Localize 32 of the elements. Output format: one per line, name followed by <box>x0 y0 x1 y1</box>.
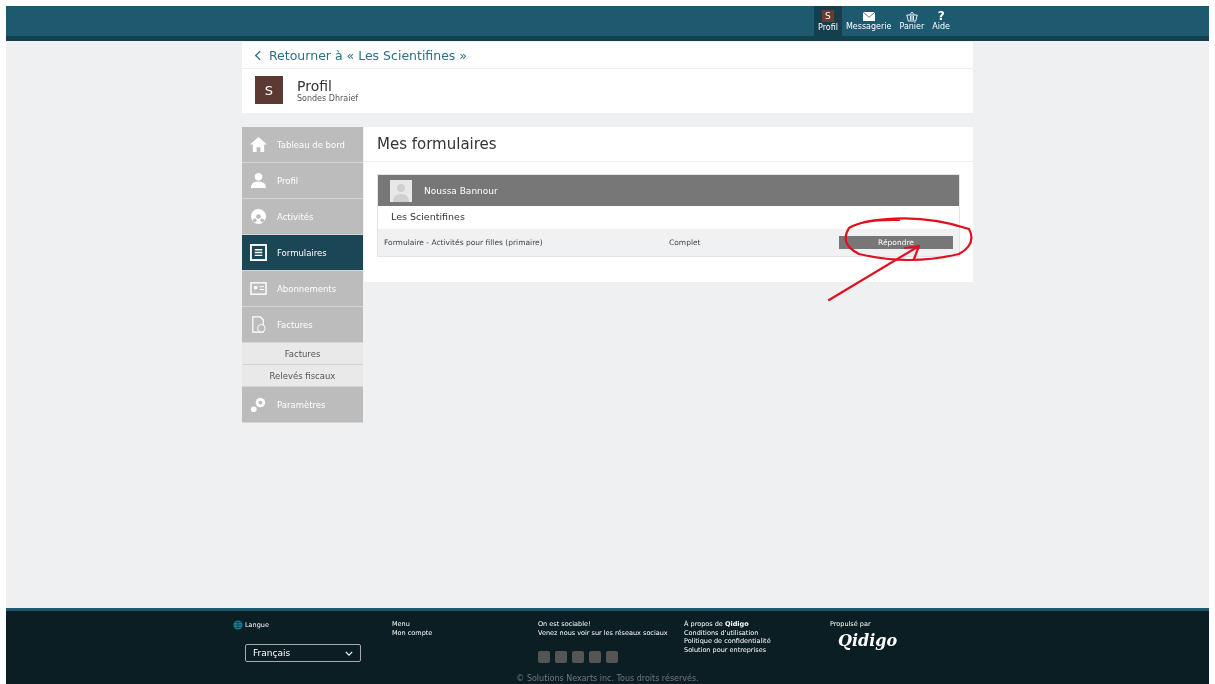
copyright-text: © Solutions Nexarts inc. Tous droits réservés. <box>515 674 700 684</box>
basket-icon <box>905 11 918 22</box>
topbar-item[interactable]: Panier <box>895 6 929 36</box>
person-icon <box>250 172 267 189</box>
back-link[interactable]: Retourner à « Les Scientifines » <box>269 47 467 63</box>
envelope-icon <box>862 11 875 22</box>
document-icon <box>250 244 267 261</box>
logo: Qidigo <box>838 631 899 650</box>
language-select[interactable]: Français <box>245 644 361 662</box>
sidebar-subitem[interactable]: Factures <box>242 343 363 365</box>
user-name: Sondes Dhraief <box>297 93 359 103</box>
back-chevron-icon <box>254 49 261 61</box>
gears-icon <box>250 396 267 413</box>
ball-icon <box>250 208 267 225</box>
topbar-item[interactable]: S Profil <box>813 6 842 36</box>
avatar-placeholder-icon <box>390 179 412 202</box>
page-title: Profil <box>297 77 333 94</box>
person-name: Noussa Bannour <box>424 185 498 196</box>
avatar-icon: S <box>255 76 283 104</box>
caret-icon <box>345 650 353 656</box>
topbar-item[interactable]: Messagerie <box>841 6 896 36</box>
section-title: Mes formulaires <box>364 127 973 162</box>
topbar-item[interactable]: ? Aide <box>928 6 954 36</box>
globe-icon <box>233 620 243 630</box>
organization-name: Les Scientifines <box>390 210 466 224</box>
invoice-icon <box>250 316 267 333</box>
home-icon <box>250 136 267 153</box>
avatar-icon: S <box>821 10 834 22</box>
id-card-icon <box>250 280 267 297</box>
sidebar-item[interactable]: Formulaires <box>242 235 363 271</box>
sidebar-subitem[interactable]: Relevés fiscaux <box>242 365 363 387</box>
help-icon: ? <box>937 11 945 22</box>
